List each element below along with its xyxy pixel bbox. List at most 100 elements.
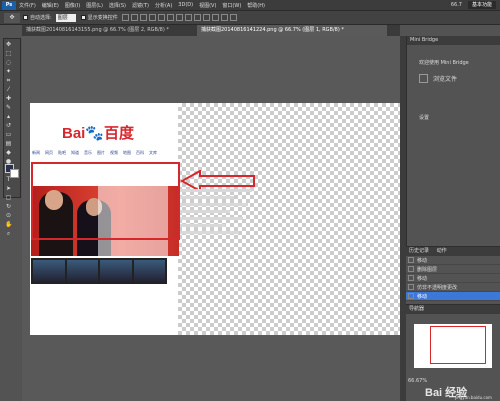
marquee-icon[interactable]: ⬚ <box>5 50 12 57</box>
history-item-label: 删除图层 <box>417 266 438 273</box>
lasso-icon[interactable]: ◌ <box>5 59 12 66</box>
history-step-icon <box>408 275 414 281</box>
crop-icon[interactable]: ⌗ <box>5 77 12 84</box>
baidu-nav: 新闻 网页 贴吧 知道 音乐 图片 视频 地图 百科 文库 <box>32 150 242 157</box>
baidu-logo: Bai🐾百度 <box>62 122 134 143</box>
navigator-title[interactable]: 导航器 <box>406 305 500 314</box>
move-tool-icon[interactable]: ✥ <box>4 12 20 23</box>
highlight-rectangle <box>31 162 180 240</box>
navigator-view-box[interactable] <box>430 326 486 364</box>
tab-document-2[interactable]: 捕获截图20140816141224.png @ 66.7% (图层 1, RG… <box>197 25 387 36</box>
mini-bridge-panel: Mini Bridge 欢迎使用 Mini Bridge 浏览文件 设置 <box>406 36 500 246</box>
panel-title[interactable]: Mini Bridge <box>407 36 500 45</box>
distribute-left-icon[interactable] <box>202 14 210 21</box>
align-center-icon[interactable] <box>157 14 165 21</box>
menu-layer[interactable]: 图层(L) <box>86 2 103 9</box>
history-panel: 历史记录 动作 移动 删除图层 移动 仿非不透明度更改 移动 <box>406 246 500 301</box>
history-item-label: 移动 <box>417 257 428 264</box>
auto-align-icon[interactable] <box>229 14 237 21</box>
menu-select[interactable]: 选择(S) <box>109 2 126 9</box>
menu-help[interactable]: 帮助(H) <box>247 2 265 9</box>
align-top-icon[interactable] <box>121 14 129 21</box>
browse-files-label: 浏览文件 <box>433 76 458 83</box>
thumbnail <box>100 260 132 282</box>
align-right-icon[interactable] <box>166 14 174 21</box>
history-item[interactable]: 移动 <box>406 274 500 283</box>
baidu-logo-text: Bai <box>62 125 86 142</box>
menu-view[interactable]: 视图(V) <box>199 2 216 9</box>
history-step-icon <box>408 257 414 263</box>
menu-filter[interactable]: 滤镜(T) <box>132 2 149 9</box>
nav-item: 音乐 <box>84 150 92 155</box>
thumbnail <box>33 260 65 282</box>
shape-icon[interactable]: ▢ <box>5 194 12 201</box>
zoom-icon[interactable]: ⌕ <box>5 230 12 237</box>
history-step-icon <box>408 293 414 299</box>
nav-item: 视频 <box>110 150 118 155</box>
folder-icon <box>419 74 428 83</box>
history-tabs: 历史记录 动作 <box>406 247 500 256</box>
show-transform-checkbox[interactable] <box>80 15 86 20</box>
thumbnail <box>66 260 98 282</box>
nav-item: 知道 <box>71 150 79 155</box>
eyedropper-icon[interactable]: ⁄ <box>5 86 12 93</box>
distribute-middle-icon[interactable] <box>184 14 192 21</box>
menu-file[interactable]: 文件(F) <box>19 2 36 9</box>
history-item-selected[interactable]: 移动 <box>406 292 500 301</box>
history-item[interactable]: 删除图层 <box>406 265 500 274</box>
watermark-url: jingyan.baidu.com <box>455 395 492 400</box>
history-item-label: 移动 <box>417 275 428 282</box>
distribute-bottom-icon[interactable] <box>193 14 201 21</box>
app-logo: Ps <box>2 0 16 10</box>
show-transform-label: 显示变换控件 <box>87 15 118 21</box>
options-bar: ✥ 自动选择: 图层 显示变换控件 <box>0 11 500 25</box>
paw-icon: 🐾 <box>85 125 105 142</box>
settings-link[interactable]: 设置 <box>419 114 429 121</box>
nav-item: 图片 <box>97 150 105 155</box>
align-middle-icon[interactable] <box>130 14 138 21</box>
background-color-swatch[interactable] <box>10 169 19 178</box>
align-left-icon[interactable] <box>148 14 156 21</box>
blur-icon[interactable]: ◆ <box>5 149 12 156</box>
hand-icon[interactable]: ✋ <box>5 221 12 228</box>
align-bottom-icon[interactable] <box>139 14 147 21</box>
eraser-icon[interactable]: ▭ <box>5 131 12 138</box>
3d-rotate-icon[interactable]: ↻ <box>5 203 12 210</box>
history-item[interactable]: 仿非不透明度更改 <box>406 283 500 292</box>
document-tabs: 捕获截图20140816143155.png @ 66.7% (图层 2, RG… <box>22 25 400 36</box>
gradient-icon[interactable]: ▤ <box>5 140 12 147</box>
nav-item: 新闻 <box>32 150 40 155</box>
distribute-right-icon[interactable] <box>220 14 228 21</box>
healing-brush-icon[interactable]: ✚ <box>5 95 12 102</box>
history-item-label: 仿非不透明度更改 <box>417 284 458 291</box>
stamp-icon[interactable]: ▴ <box>5 113 12 120</box>
workspace-switcher[interactable]: 基本功能 <box>467 1 496 9</box>
menu-window[interactable]: 窗口(W) <box>222 2 241 9</box>
magic-wand-icon[interactable]: ✦ <box>5 68 12 75</box>
browse-files-button[interactable]: 浏览文件 <box>419 74 457 83</box>
menu-image[interactable]: 图像(I) <box>65 2 80 9</box>
history-brush-icon[interactable]: ↺ <box>5 122 12 129</box>
distribute-top-icon[interactable] <box>175 14 183 21</box>
auto-select-label: 自动选择: <box>30 15 52 21</box>
3d-orbit-icon[interactable]: ⊙ <box>5 212 12 219</box>
thumbnail <box>133 260 165 282</box>
menu-analysis[interactable]: 分析(A) <box>155 2 172 9</box>
history-item-label: 移动 <box>417 293 428 300</box>
zoom-readout[interactable]: 66.7 <box>451 2 462 8</box>
move-icon[interactable]: ✥ <box>5 41 12 48</box>
history-step-icon <box>408 266 414 272</box>
menu-edit[interactable]: 编辑(E) <box>42 2 59 9</box>
tab-actions[interactable]: 动作 <box>437 248 447 254</box>
nav-item: 贴吧 <box>58 150 66 155</box>
history-item[interactable]: 移动 <box>406 256 500 265</box>
nav-item: 网页 <box>45 150 53 155</box>
tab-document-1[interactable]: 捕获截图20140816143155.png @ 66.7% (图层 2, RG… <box>22 25 197 36</box>
menu-3d[interactable]: 3D(D) <box>178 2 193 8</box>
path-select-icon[interactable]: ➤ <box>5 185 12 192</box>
distribute-center-icon[interactable] <box>211 14 219 21</box>
tab-history[interactable]: 历史记录 <box>409 248 429 254</box>
auto-select-dropdown[interactable]: 图层 <box>55 13 76 22</box>
auto-select-checkbox[interactable] <box>23 15 28 20</box>
brush-icon[interactable]: ✎ <box>5 104 12 111</box>
